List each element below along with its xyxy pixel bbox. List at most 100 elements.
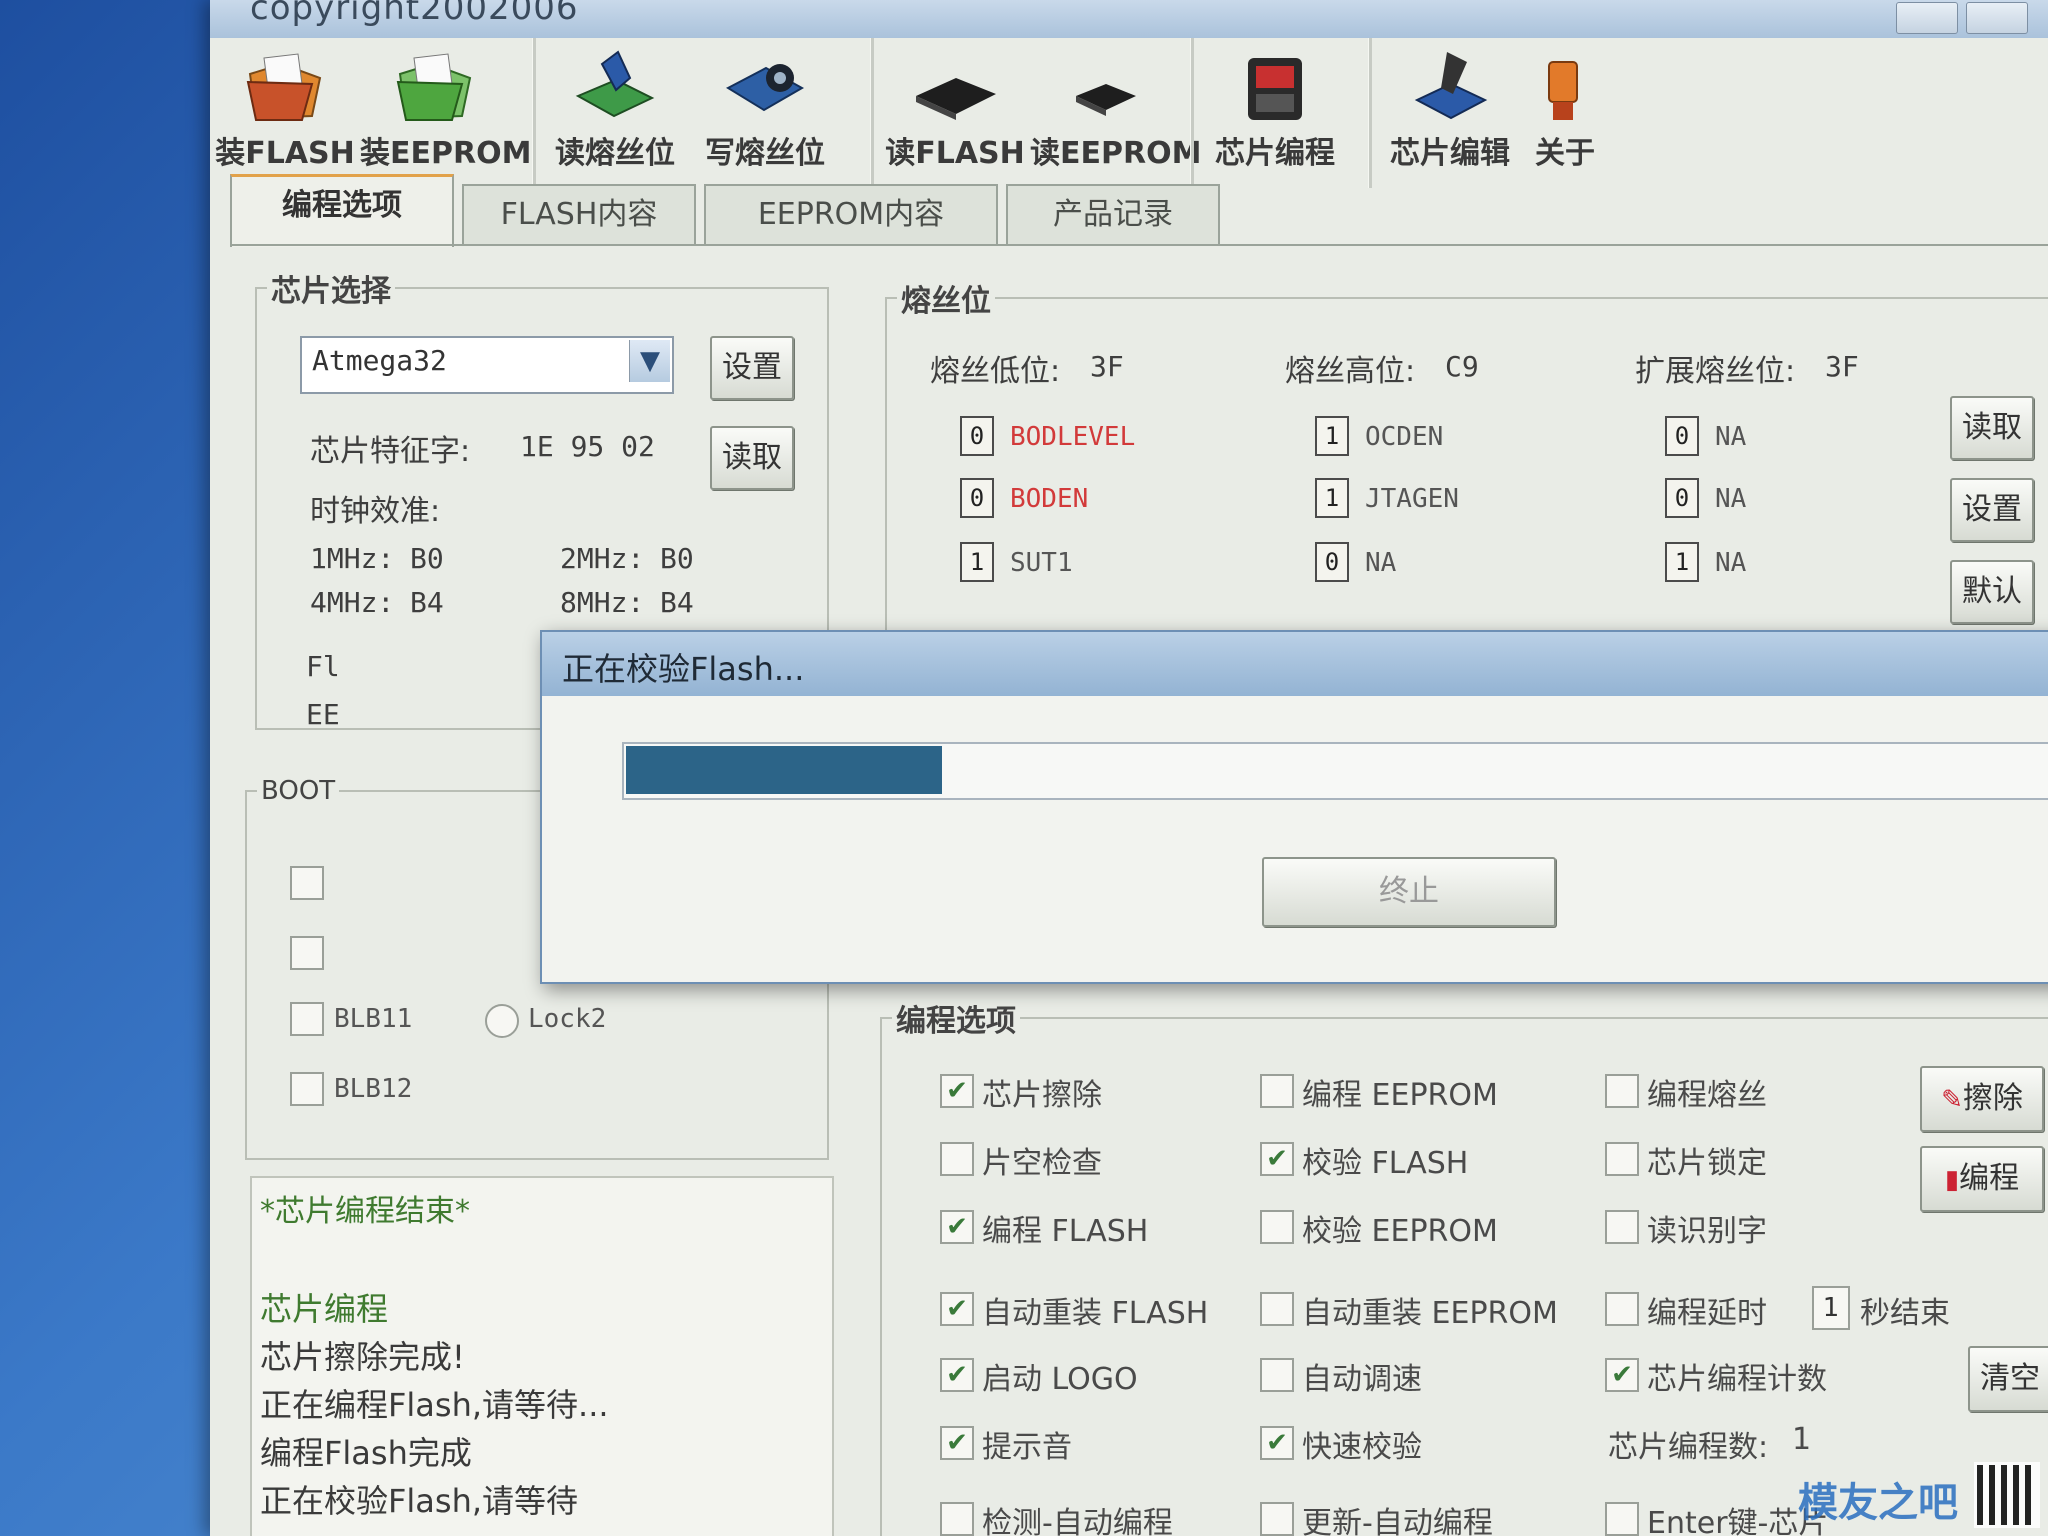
- label-program-fuse: 编程熔丝: [1647, 1078, 1767, 1113]
- boot-checkbox[interactable]: [290, 866, 324, 900]
- checkbox-chip-erase[interactable]: ✔: [940, 1074, 974, 1108]
- fuse-default-button[interactable]: 默认: [1950, 560, 2034, 624]
- checkbox-program-flash[interactable]: ✔: [940, 1210, 974, 1244]
- app-window: copyright2002006 装FLASH 装EEPROM 读熔丝位 写熔丝…: [210, 0, 2048, 1536]
- checkbox-startup-logo[interactable]: ✔: [940, 1358, 974, 1392]
- stop-button[interactable]: 终止: [1262, 857, 1556, 927]
- checkbox-program-count[interactable]: ✔: [1605, 1358, 1639, 1392]
- checkbox-verify-flash[interactable]: ✔: [1260, 1142, 1294, 1176]
- calib-4mhz-label: 4MHz:: [310, 586, 395, 619]
- toolbar-label: 读EEPROM: [1030, 136, 1202, 171]
- minimize-button[interactable]: [1896, 2, 1958, 34]
- fuse-bit-name: BODEN: [1010, 484, 1089, 514]
- program-button[interactable]: ▮编程: [1920, 1146, 2044, 1212]
- maximize-button[interactable]: [1966, 2, 2028, 34]
- checkbox-enter-key-program[interactable]: [1605, 1502, 1639, 1536]
- toolbar-separator: [1368, 38, 1372, 188]
- boot-legend: BOOT: [261, 776, 336, 806]
- tab-flash-content[interactable]: FLASH内容: [462, 184, 696, 244]
- fuse-bit-box[interactable]: 1: [1315, 416, 1349, 456]
- checkbox-auto-speed[interactable]: [1260, 1358, 1294, 1392]
- toolbar-label: 关于: [1535, 136, 1595, 171]
- load-flash-button[interactable]: 装FLASH: [210, 38, 360, 188]
- about-button[interactable]: 关于: [1515, 38, 1615, 188]
- checkbox-read-id[interactable]: [1605, 1210, 1639, 1244]
- signature-label: 芯片特征字:: [310, 434, 471, 469]
- blb11-checkbox[interactable]: [290, 1002, 324, 1036]
- calib-2mhz-label: 2MHz:: [560, 542, 645, 575]
- device-select[interactable]: Atmega32 ▼: [300, 336, 674, 394]
- fuse-high-label: 熔丝高位:: [1285, 354, 1416, 389]
- folder-green-icon: [396, 53, 472, 121]
- fuse-bit-box[interactable]: 1: [1315, 478, 1349, 518]
- fuse-set-button[interactable]: 设置: [1950, 478, 2034, 542]
- checkbox-detect-auto-program[interactable]: [940, 1502, 974, 1536]
- toolbar-label: 装EEPROM: [360, 136, 532, 171]
- boot-checkbox[interactable]: [290, 936, 324, 970]
- clear-count-button[interactable]: 清空: [1968, 1346, 2048, 1412]
- checkbox-fast-verify[interactable]: ✔: [1260, 1426, 1294, 1460]
- checkbox-chip-lock[interactable]: [1605, 1142, 1639, 1176]
- programmer-icon: [1248, 58, 1302, 120]
- fuse-bit-box[interactable]: 0: [1665, 478, 1699, 518]
- tab-programming-options[interactable]: 编程选项: [230, 174, 454, 247]
- fuse-bit-name: NA: [1715, 422, 1747, 452]
- tab-eeprom-content[interactable]: EEPROM内容: [704, 184, 998, 244]
- toolbar-label: 写熔丝位: [705, 136, 825, 171]
- read-eeprom-button[interactable]: 读EEPROM: [1030, 38, 1202, 188]
- log-line: 编程Flash完成: [260, 1434, 472, 1472]
- lock2-radio[interactable]: [485, 1004, 519, 1038]
- fuse-bit-box[interactable]: 0: [1665, 416, 1699, 456]
- log-line: 芯片编程: [260, 1290, 389, 1328]
- program-button-label: 编程: [1959, 1161, 2020, 1196]
- device-set-button[interactable]: 设置: [710, 336, 794, 400]
- load-eeprom-button[interactable]: 装EEPROM: [360, 38, 532, 188]
- label-auto-reload-eeprom: 自动重装 EEPROM: [1302, 1296, 1558, 1331]
- blb12-label: BLB12: [334, 1074, 413, 1104]
- read-flash-button[interactable]: 读FLASH: [880, 38, 1030, 188]
- fuse-bit-box[interactable]: 0: [960, 416, 994, 456]
- checkbox-blank-check[interactable]: [940, 1142, 974, 1176]
- toolbar-separator: [532, 38, 536, 188]
- checkbox-program-eeprom[interactable]: [1260, 1074, 1294, 1108]
- erase-button[interactable]: ✎擦除: [1920, 1066, 2044, 1132]
- chip-program-button[interactable]: 芯片编程: [1200, 38, 1350, 188]
- checkbox-auto-reload-eeprom[interactable]: [1260, 1292, 1294, 1326]
- fuse-bit-box[interactable]: 1: [1665, 542, 1699, 582]
- read-fuse-button[interactable]: 读熔丝位: [540, 38, 690, 188]
- about-icon: [1548, 61, 1578, 120]
- fuse-bit-name: OCDEN: [1365, 422, 1444, 452]
- prog-options-legend: 编程选项: [896, 1004, 1016, 1039]
- label-update-auto-program: 更新-自动编程: [1302, 1506, 1493, 1536]
- label-verify-flash: 校验 FLASH: [1302, 1146, 1469, 1181]
- folder-orange-icon: [246, 53, 322, 121]
- checkbox-program-delay[interactable]: [1605, 1292, 1639, 1326]
- write-fuse-button[interactable]: 写熔丝位: [690, 38, 840, 188]
- checkbox-beep[interactable]: ✔: [940, 1426, 974, 1460]
- tab-product-record[interactable]: 产品记录: [1006, 184, 1220, 244]
- blb12-checkbox[interactable]: [290, 1072, 324, 1106]
- fuse-low-label: 熔丝低位:: [930, 354, 1061, 389]
- chip-edit-icon: [1414, 52, 1488, 120]
- fuse-ext-value: 3F: [1825, 350, 1859, 383]
- brush-icon: ✎: [1941, 1085, 1963, 1115]
- fuse-bit-box[interactable]: 0: [1315, 542, 1349, 582]
- label-startup-logo: 启动 LOGO: [982, 1362, 1138, 1397]
- checkbox-update-auto-program[interactable]: [1260, 1502, 1294, 1536]
- progress-bar: [622, 742, 2048, 800]
- fuse-read-button[interactable]: 读取: [1950, 396, 2034, 460]
- toolbar-separator: [870, 38, 874, 188]
- calibration-label: 时钟效准:: [310, 494, 441, 529]
- fuse-bit-name: NA: [1365, 548, 1397, 578]
- signature-read-button[interactable]: 读取: [710, 426, 794, 490]
- fuse-bit-box[interactable]: 1: [960, 542, 994, 582]
- delay-input[interactable]: 1: [1812, 1286, 1850, 1330]
- verify-progress-dialog: 正在校验Flash... 终止: [540, 630, 2048, 984]
- checkbox-auto-reload-flash[interactable]: ✔: [940, 1292, 974, 1326]
- checkbox-program-fuse[interactable]: [1605, 1074, 1639, 1108]
- chevron-down-icon[interactable]: ▼: [629, 340, 670, 382]
- checkbox-verify-eeprom[interactable]: [1260, 1210, 1294, 1244]
- chip-edit-button[interactable]: 芯片编辑: [1375, 38, 1525, 188]
- fuse-bit-box[interactable]: 0: [960, 478, 994, 518]
- progress-fill: [626, 746, 942, 794]
